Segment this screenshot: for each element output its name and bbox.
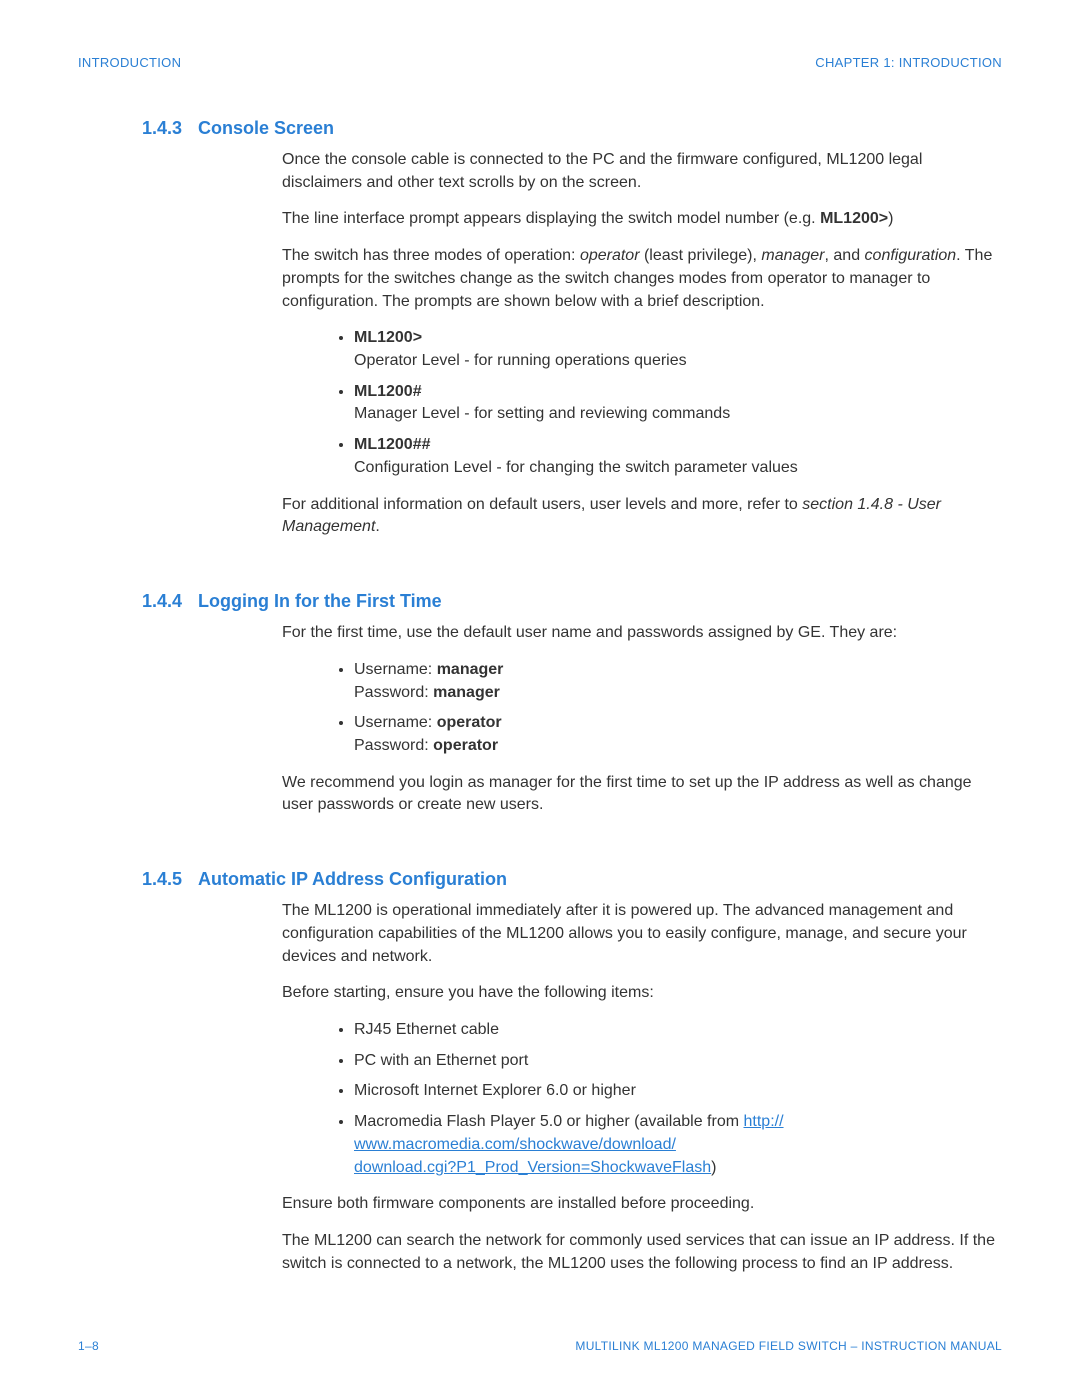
- paragraph: The line interface prompt appears displa…: [282, 208, 1002, 231]
- header-left: INTRODUCTION: [78, 55, 181, 70]
- credentials-list: Username: manager Password: manager User…: [282, 659, 1002, 758]
- paragraph: For additional information on default us…: [282, 494, 1002, 539]
- paragraph: We recommend you login as manager for th…: [282, 772, 1002, 817]
- section-title: Automatic IP Address Configuration: [198, 869, 507, 890]
- paragraph: Ensure both firmware components are inst…: [282, 1193, 1002, 1216]
- paragraph: The ML1200 can search the network for co…: [282, 1230, 1002, 1275]
- footer-page-num: 1–8: [78, 1339, 99, 1353]
- paragraph: Before starting, ensure you have the fol…: [282, 982, 1002, 1005]
- section-number: 1.4.4: [78, 591, 198, 612]
- header-right: CHAPTER 1: INTRODUCTION: [815, 55, 1002, 70]
- section-number: 1.4.5: [78, 869, 198, 890]
- requirements-list: RJ45 Ethernet cable PC with an Ethernet …: [282, 1019, 1002, 1179]
- list-item: Macromedia Flash Player 5.0 or higher (a…: [354, 1111, 1002, 1179]
- section-1-4-4: 1.4.4 Logging In for the First Time For …: [78, 591, 1002, 817]
- page-header: INTRODUCTION CHAPTER 1: INTRODUCTION: [78, 55, 1002, 70]
- list-item: Microsoft Internet Explorer 6.0 or highe…: [354, 1080, 1002, 1103]
- list-item: ML1200# Manager Level - for setting and …: [354, 381, 1002, 426]
- section-1-4-3: 1.4.3 Console Screen Once the console ca…: [78, 118, 1002, 539]
- section-title: Console Screen: [198, 118, 334, 139]
- section-title: Logging In for the First Time: [198, 591, 442, 612]
- list-item: RJ45 Ethernet cable: [354, 1019, 1002, 1042]
- section-1-4-5: 1.4.5 Automatic IP Address Configuration…: [78, 869, 1002, 1275]
- document-page: INTRODUCTION CHAPTER 1: INTRODUCTION 1.4…: [0, 0, 1080, 1367]
- paragraph: For the first time, use the default user…: [282, 622, 1002, 645]
- prompt-list: ML1200> Operator Level - for running ope…: [282, 327, 1002, 479]
- section-number: 1.4.3: [78, 118, 198, 139]
- paragraph: The ML1200 is operational immediately af…: [282, 900, 1002, 968]
- list-item: Username: operator Password: operator: [354, 712, 1002, 757]
- paragraph: The switch has three modes of operation:…: [282, 245, 1002, 313]
- list-item: Username: manager Password: manager: [354, 659, 1002, 704]
- list-item: ML1200> Operator Level - for running ope…: [354, 327, 1002, 372]
- paragraph: Once the console cable is connected to t…: [282, 149, 1002, 194]
- footer-manual-title: MULTILINK ML1200 MANAGED FIELD SWITCH – …: [575, 1339, 1002, 1353]
- list-item: PC with an Ethernet port: [354, 1050, 1002, 1073]
- page-footer: 1–8 MULTILINK ML1200 MANAGED FIELD SWITC…: [78, 1339, 1002, 1353]
- list-item: ML1200## Configuration Level - for chang…: [354, 434, 1002, 479]
